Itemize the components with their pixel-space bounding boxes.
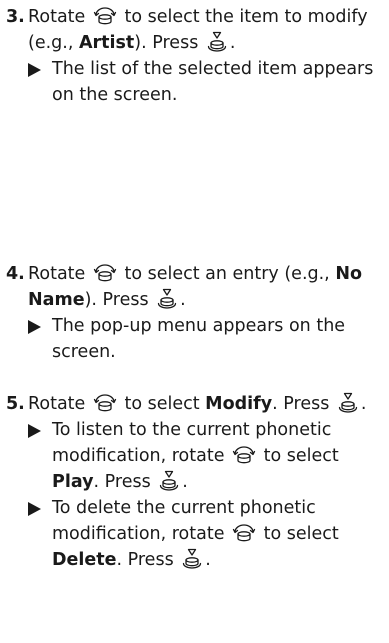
result-bullet: The list of the selected item appears on… [6, 56, 386, 108]
step-5: 5. Rotate to select Modify. Press . To l… [6, 391, 386, 573]
press-dial-icon [337, 392, 359, 414]
result-arrow-icon [28, 63, 41, 77]
rotate-dial-icon [93, 263, 117, 283]
item-name: Artist [78, 33, 135, 53]
result-arrow-icon [28, 424, 41, 438]
step-3-instruction: 3. Rotate to select the item to modify (… [6, 4, 386, 56]
step-number: 5. [6, 394, 25, 414]
rotate-dial-icon [93, 6, 117, 26]
press-dial-icon [156, 288, 178, 310]
step-number: 4. [6, 264, 25, 284]
manual-page: 3. Rotate to select the item to modify (… [0, 0, 389, 643]
menu-option-play: Play [52, 472, 94, 492]
press-dial-icon [158, 470, 180, 492]
step-5-instruction: 5. Rotate to select Modify. Press . [6, 391, 386, 417]
result-arrow-icon [28, 320, 41, 334]
step-3: 3. Rotate to select the item to modify (… [6, 4, 386, 108]
play-bullet: To listen to the current phonetic modifi… [6, 417, 386, 495]
rotate-dial-icon [93, 393, 117, 413]
menu-option-delete: Delete [52, 550, 117, 570]
press-dial-icon [181, 548, 203, 570]
rotate-dial-icon [232, 523, 256, 543]
step-4: 4. Rotate to select an entry (e.g., No N… [6, 261, 386, 365]
press-dial-icon [206, 31, 228, 53]
result-arrow-icon [28, 502, 41, 516]
delete-bullet: To delete the current phonetic modificat… [6, 495, 386, 573]
step-4-instruction: 4. Rotate to select an entry (e.g., No N… [6, 261, 386, 313]
step-number: 3. [6, 7, 25, 27]
result-bullet: The pop-up menu appears on the screen. [6, 313, 386, 365]
rotate-dial-icon [232, 445, 256, 465]
menu-option-modify: Modify [205, 394, 273, 414]
